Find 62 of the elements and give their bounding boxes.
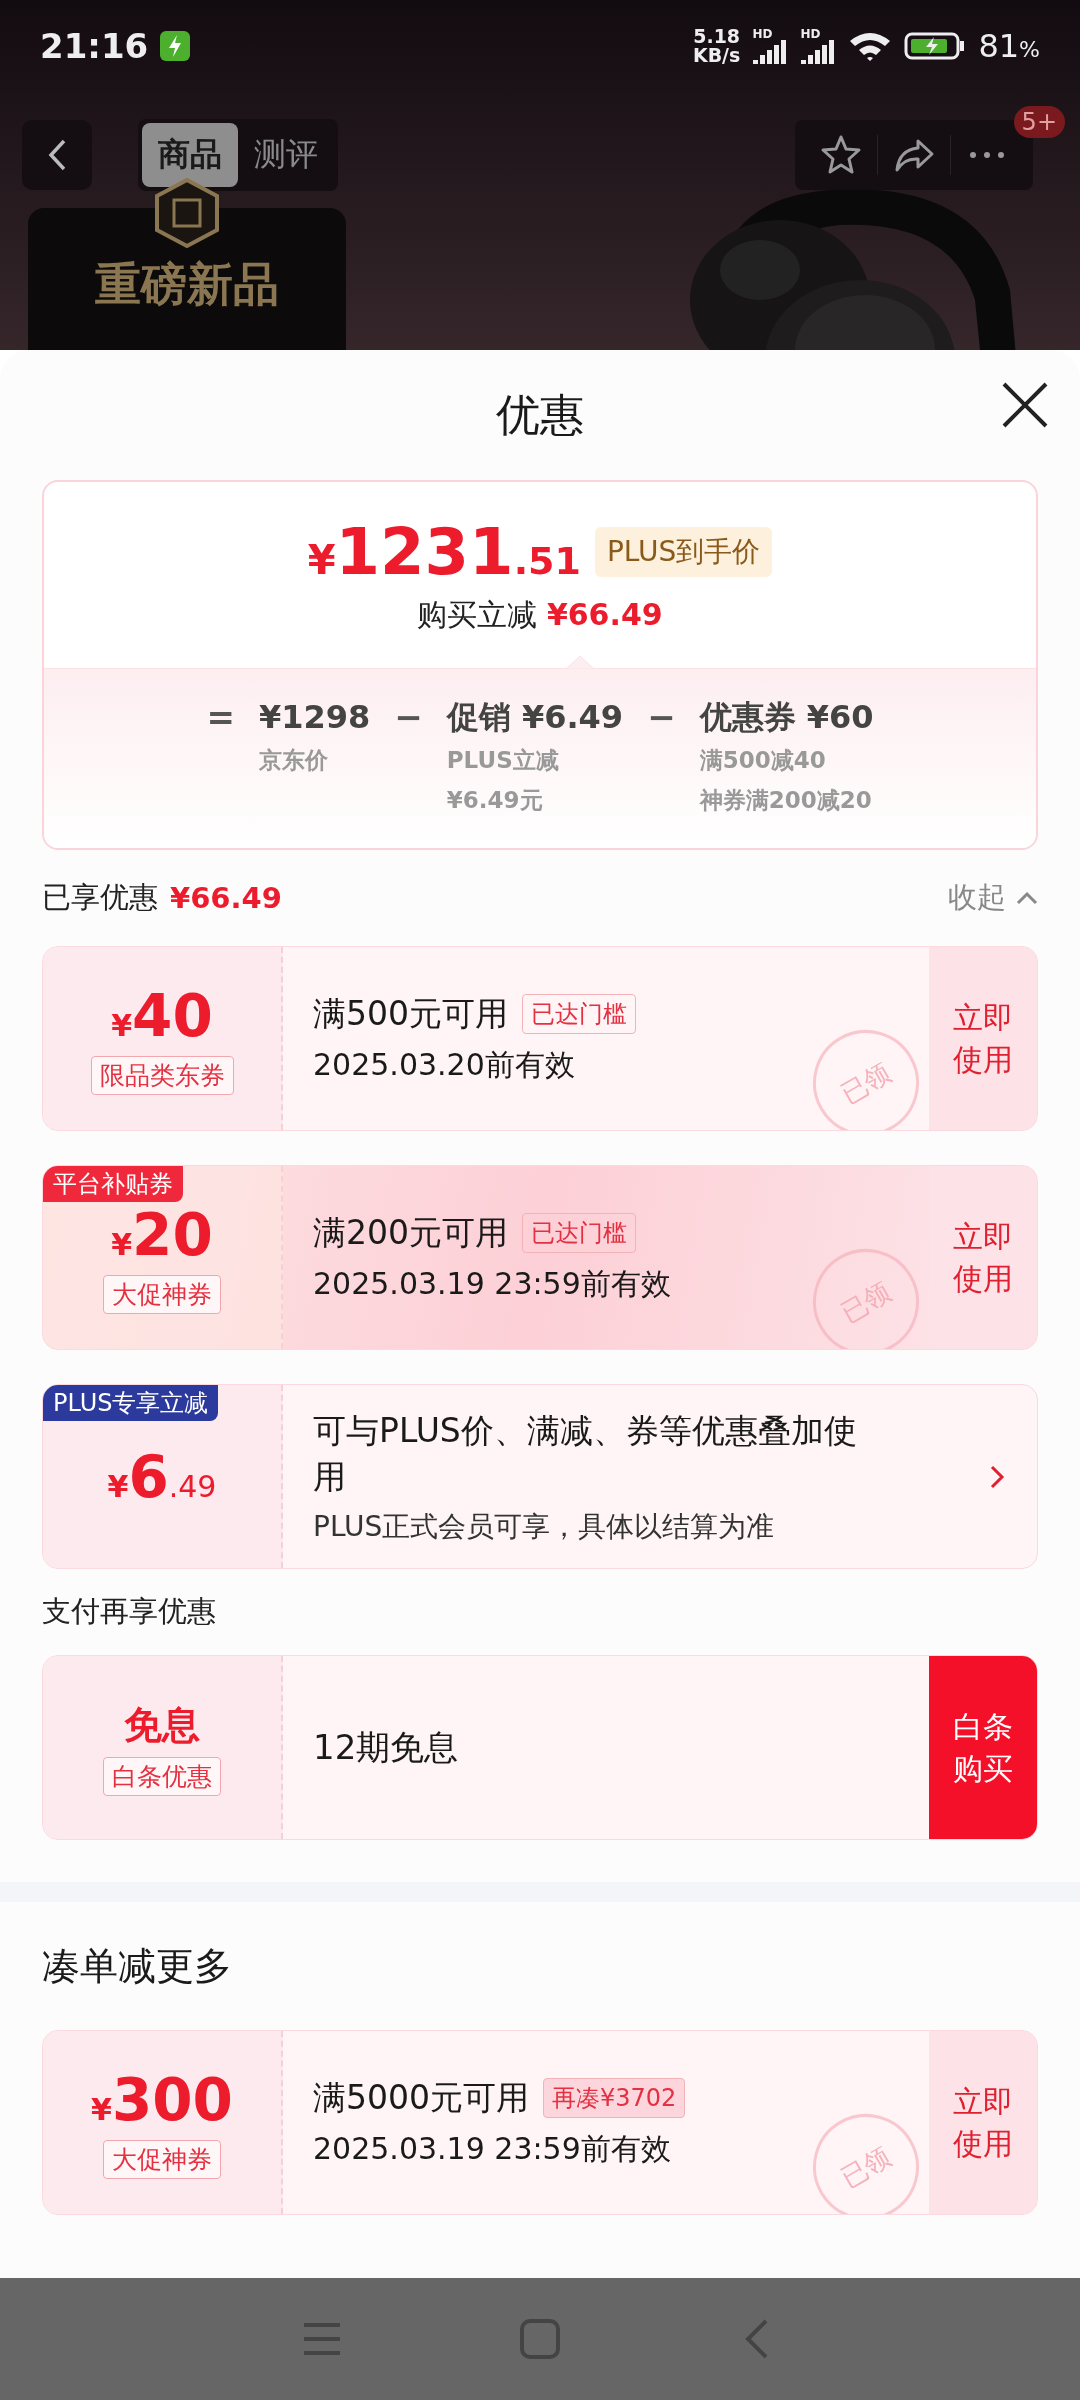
notification-badge: 5+ [1013, 106, 1065, 138]
operator: − [394, 697, 423, 737]
coupon-validity: 2025.03.20前有效 [313, 1045, 575, 1084]
section-title: 凑单减更多 [41, 1942, 233, 1990]
use-now-button[interactable]: 立即使用 [929, 2031, 1037, 2214]
status-time: 21:16 [40, 26, 149, 66]
section-label: 已享优惠 [42, 879, 158, 916]
threshold-tag: 已达门槛 [522, 994, 636, 1034]
network-speed: 5.18 KB/s [692, 27, 741, 65]
offer-title: 免息 [124, 1701, 200, 1749]
signal-icon [800, 40, 837, 64]
coupon-amount: ¥300 [91, 2066, 233, 2134]
coupon-condition: 满5000元可用 [313, 2076, 529, 2119]
breakdown-note: 神券满200减20 [699, 786, 873, 815]
collapse-toggle[interactable]: 收起 [948, 878, 1038, 918]
offer-note: PLUS正式会员可享，具体以结算为准 [313, 1508, 775, 1545]
coupon-validity: 2025.03.19 23:59前有效 [313, 2129, 671, 2168]
coupon-amount: ¥20 [111, 1201, 213, 1269]
breakdown-note: 京东价 [258, 746, 329, 775]
breakdown-value: 促销 ¥6.49 [446, 697, 624, 737]
battery-icon [904, 31, 967, 61]
threshold-tag: 再凑¥3702 [543, 2078, 686, 2118]
charging-icon [160, 31, 191, 61]
breakdown-value: 优惠券 ¥60 [699, 697, 874, 737]
discount-total: ¥66.49 [170, 881, 282, 915]
offer-text: 12期免息 [313, 1725, 460, 1769]
caret-icon [1016, 891, 1038, 905]
breakdown-value: ¥1298 [258, 697, 371, 737]
coupon-tag: 大促神券 [103, 2140, 221, 2179]
saving-text: 购买立减 ¥66.49 [417, 595, 663, 634]
battery-level: 81% [978, 27, 1040, 65]
section-label: 支付再享优惠 [41, 1593, 217, 1630]
coupon-amount: ¥6.49 [107, 1442, 217, 1511]
coupon-ribbon: 平台补贴券 [43, 1166, 183, 1202]
tab[interactable]: 测评 [238, 123, 334, 187]
coupon-ribbon: PLUS专享立减 [43, 1385, 219, 1421]
tab[interactable]: 商品 [142, 123, 238, 187]
threshold-tag: 已达门槛 [522, 1213, 636, 1253]
coupon-condition: 满200元可用 [313, 1211, 508, 1254]
coupon-tag: 白条优惠 [103, 1756, 221, 1796]
coupon-tag: 大促神券 [103, 1275, 221, 1314]
sheet-title: 优惠 [496, 387, 584, 442]
operator: − [647, 697, 676, 737]
back-icon [47, 138, 67, 172]
hd-label: HD [752, 28, 773, 40]
coupon-amount: ¥40 [111, 982, 213, 1050]
coupon-tag: 限品类东券 [90, 1056, 234, 1095]
pay-button[interactable]: 白条购买 [929, 1656, 1037, 1839]
breakdown-note: 满500减40 [699, 746, 827, 775]
breakdown-note: PLUS立减 [446, 746, 560, 775]
hd-label: HD [800, 28, 821, 40]
breakdown-note: ¥6.49元 [446, 786, 544, 815]
offer-description: 可与PLUS价、满减、券等优惠叠加使用 [313, 1409, 858, 1498]
operator: = [206, 697, 235, 737]
signal-icon [752, 40, 789, 64]
final-price: ¥1231.51 [307, 514, 581, 589]
use-now-button[interactable]: 立即使用 [929, 947, 1037, 1130]
promo-title: 重磅新品 [95, 256, 279, 313]
coupon-validity: 2025.03.19 23:59前有效 [313, 1264, 671, 1303]
coupon-condition: 满500元可用 [313, 992, 508, 1035]
back-button[interactable] [22, 120, 92, 190]
price-tag: PLUS到手价 [594, 526, 773, 577]
